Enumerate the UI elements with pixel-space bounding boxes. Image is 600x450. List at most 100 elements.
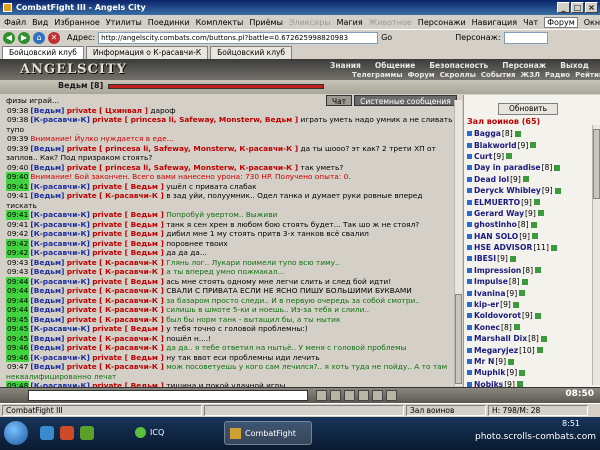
chat-sender[interactable]: [Ведьм] <box>30 296 64 305</box>
player-name[interactable]: ghostinho <box>474 219 517 230</box>
info-icon[interactable] <box>506 153 513 160</box>
info-icon[interactable] <box>540 335 547 342</box>
chat-private-recipients[interactable]: private [ Ведьм ] <box>92 210 164 219</box>
taskbar-icq[interactable]: ICQ <box>130 421 218 445</box>
player-name[interactable]: Impression <box>474 265 521 276</box>
menu-item[interactable]: Животное <box>369 18 412 27</box>
player-item[interactable]: Impression [8] <box>467 265 591 276</box>
player-name[interactable]: Deryck Whibley <box>474 185 541 196</box>
player-name[interactable]: Konec <box>474 322 500 333</box>
player-name[interactable]: Megaryjez <box>474 345 518 356</box>
player-item[interactable]: Konec [8] <box>467 322 591 333</box>
browser-tab[interactable]: Бойцовский клуб <box>210 46 293 59</box>
players-scrollbar-thumb[interactable] <box>593 129 600 199</box>
chat-private-recipients[interactable]: private [ princesa li, Safeway, Monsterw… <box>92 115 298 124</box>
menu-item[interactable]: Персонажи <box>418 18 466 27</box>
filter-icon[interactable] <box>344 390 355 401</box>
player-item[interactable]: Dead lol [9] <box>467 174 591 185</box>
chat-private-recipients[interactable]: private [ К-расавчи-К ] <box>67 258 164 267</box>
game-nav-item[interactable]: Общение <box>375 61 416 70</box>
chat-private-recipients[interactable]: private [ Ведьм ] <box>92 239 164 248</box>
chat-sender[interactable]: [Ведьм] <box>30 106 64 115</box>
chat-private-recipients[interactable]: private [ Ведьм ] <box>92 229 164 238</box>
info-icon[interactable] <box>550 244 557 251</box>
player-name[interactable]: Mr N <box>474 356 494 367</box>
player-name[interactable]: Koldovorot <box>474 310 521 321</box>
game-subnav-item[interactable]: Рейтинг <box>575 71 600 79</box>
chat-sender[interactable]: [К-расавчи-К] <box>30 115 90 124</box>
player-item[interactable]: HAN SOLO [9] <box>467 231 591 242</box>
refresh-button[interactable]: Обновить <box>498 103 558 115</box>
player-item[interactable]: Blakworld [9] <box>467 139 591 150</box>
player-item[interactable]: Bagga [8] <box>467 128 591 139</box>
player-item[interactable]: HSE ADVISOR [11] <box>467 242 591 253</box>
chat-sender[interactable]: [К-расавчи-К] <box>30 353 90 362</box>
chat-private-recipients[interactable]: private [ К-расавчи-К ] <box>67 305 164 314</box>
chat-private-recipients[interactable]: private [ К-расавчи-К ] <box>67 286 164 295</box>
game-subnav-item[interactable]: Скроллы <box>440 71 476 79</box>
info-icon[interactable] <box>508 358 515 365</box>
chat-private-recipients[interactable]: private [ К-расавчи-К ] <box>67 315 164 324</box>
chat-sender[interactable]: [Ведьм] <box>30 191 64 200</box>
menu-item[interactable]: Поединки <box>148 18 190 27</box>
back-arrow-icon[interactable]: ◀ <box>3 31 15 44</box>
chat-sender[interactable]: [Ведьм] <box>30 334 64 343</box>
info-icon[interactable] <box>509 255 516 262</box>
menu-item[interactable]: Чат <box>523 18 538 27</box>
game-nav-item[interactable]: Персонаж <box>502 61 546 70</box>
info-icon[interactable] <box>530 142 537 149</box>
player-item[interactable]: Megaryjez [10] <box>467 344 591 355</box>
player-name[interactable]: HSE ADVISOR <box>474 242 532 253</box>
chat-private-recipients[interactable]: private [ К-расавчи-К ] <box>67 267 164 276</box>
chat-private-recipients[interactable]: private [ Ведьм ] <box>92 182 164 191</box>
close-button[interactable]: × <box>585 2 598 13</box>
game-subnav-item[interactable]: Радио <box>545 71 570 79</box>
player-name[interactable]: Muphik <box>474 367 505 378</box>
player-item[interactable]: Day in paradise [8] <box>467 162 591 173</box>
smiley-icon[interactable] <box>316 390 327 401</box>
menu-item[interactable]: Форум <box>544 16 578 28</box>
chat-private-recipients[interactable]: private [ princesa li, Safeway, Monsterw… <box>67 163 298 172</box>
info-icon[interactable] <box>521 278 528 285</box>
chat-sender[interactable]: [Ведьм] <box>30 267 64 276</box>
player-item[interactable]: Marshall Dix [8] <box>467 333 591 344</box>
info-icon[interactable] <box>535 267 542 274</box>
go-button[interactable]: Go <box>381 33 392 42</box>
menu-item[interactable]: Избранное <box>54 18 99 27</box>
browser-tab[interactable]: Бойцовский клуб <box>2 46 84 59</box>
menu-item[interactable]: Вид <box>32 18 48 27</box>
info-icon[interactable] <box>514 130 521 137</box>
settings-icon[interactable] <box>386 390 397 401</box>
chat-sender[interactable]: [К-расавчи-К] <box>30 229 90 238</box>
chat-private-recipients[interactable]: private [ Ведьм ] <box>92 220 164 229</box>
chat-sender[interactable]: [Ведьм] <box>30 315 64 324</box>
opera-icon[interactable] <box>60 426 74 440</box>
chat-private-recipients[interactable]: private [ К-расавчи-К ] <box>67 343 164 352</box>
taskbar-combatfight[interactable]: CombatFight <box>224 421 312 445</box>
player-item[interactable]: kip-er [9] <box>467 299 591 310</box>
player-item[interactable]: ghostinho [8] <box>467 219 591 230</box>
player-name[interactable]: Bagga <box>474 128 501 139</box>
chat-sender[interactable]: [К-расавчи-К] <box>30 324 90 333</box>
player-name[interactable]: Day in paradise <box>474 162 541 173</box>
game-nav-item[interactable]: Выход <box>560 61 589 70</box>
stop-icon[interactable]: ✕ <box>48 31 60 44</box>
player-name[interactable]: Blakworld <box>474 140 517 151</box>
chat-private-recipients[interactable]: private [ К-расавчи-К ] <box>67 334 164 343</box>
game-subnav-item[interactable]: Форум <box>408 71 435 79</box>
chat-sender[interactable]: [К-расавчи-К] <box>30 220 90 229</box>
app-launch-icon[interactable] <box>80 426 94 440</box>
menu-item[interactable]: Эликсиры <box>289 18 331 27</box>
chat-sender[interactable]: [Ведьм] <box>30 144 64 153</box>
chat-input[interactable] <box>28 390 308 401</box>
chat-sender[interactable]: [Ведьм] <box>30 362 64 371</box>
player-name[interactable]: HAN SOLO <box>474 231 518 242</box>
chat-private-recipients[interactable]: private [ К-расавчи-К ] <box>67 296 164 305</box>
chat-sender[interactable]: [Ведьм] <box>30 163 64 172</box>
game-subnav-item[interactable]: ЖЗЛ <box>521 71 540 79</box>
chat-scrollbar[interactable] <box>454 100 462 386</box>
chat-private-recipients[interactable]: private [ Ведьм ] <box>92 248 164 257</box>
chat-sender[interactable]: [К-расавчи-К] <box>30 239 90 248</box>
info-icon[interactable] <box>554 164 561 171</box>
menu-item[interactable]: Комплекты <box>196 18 244 27</box>
